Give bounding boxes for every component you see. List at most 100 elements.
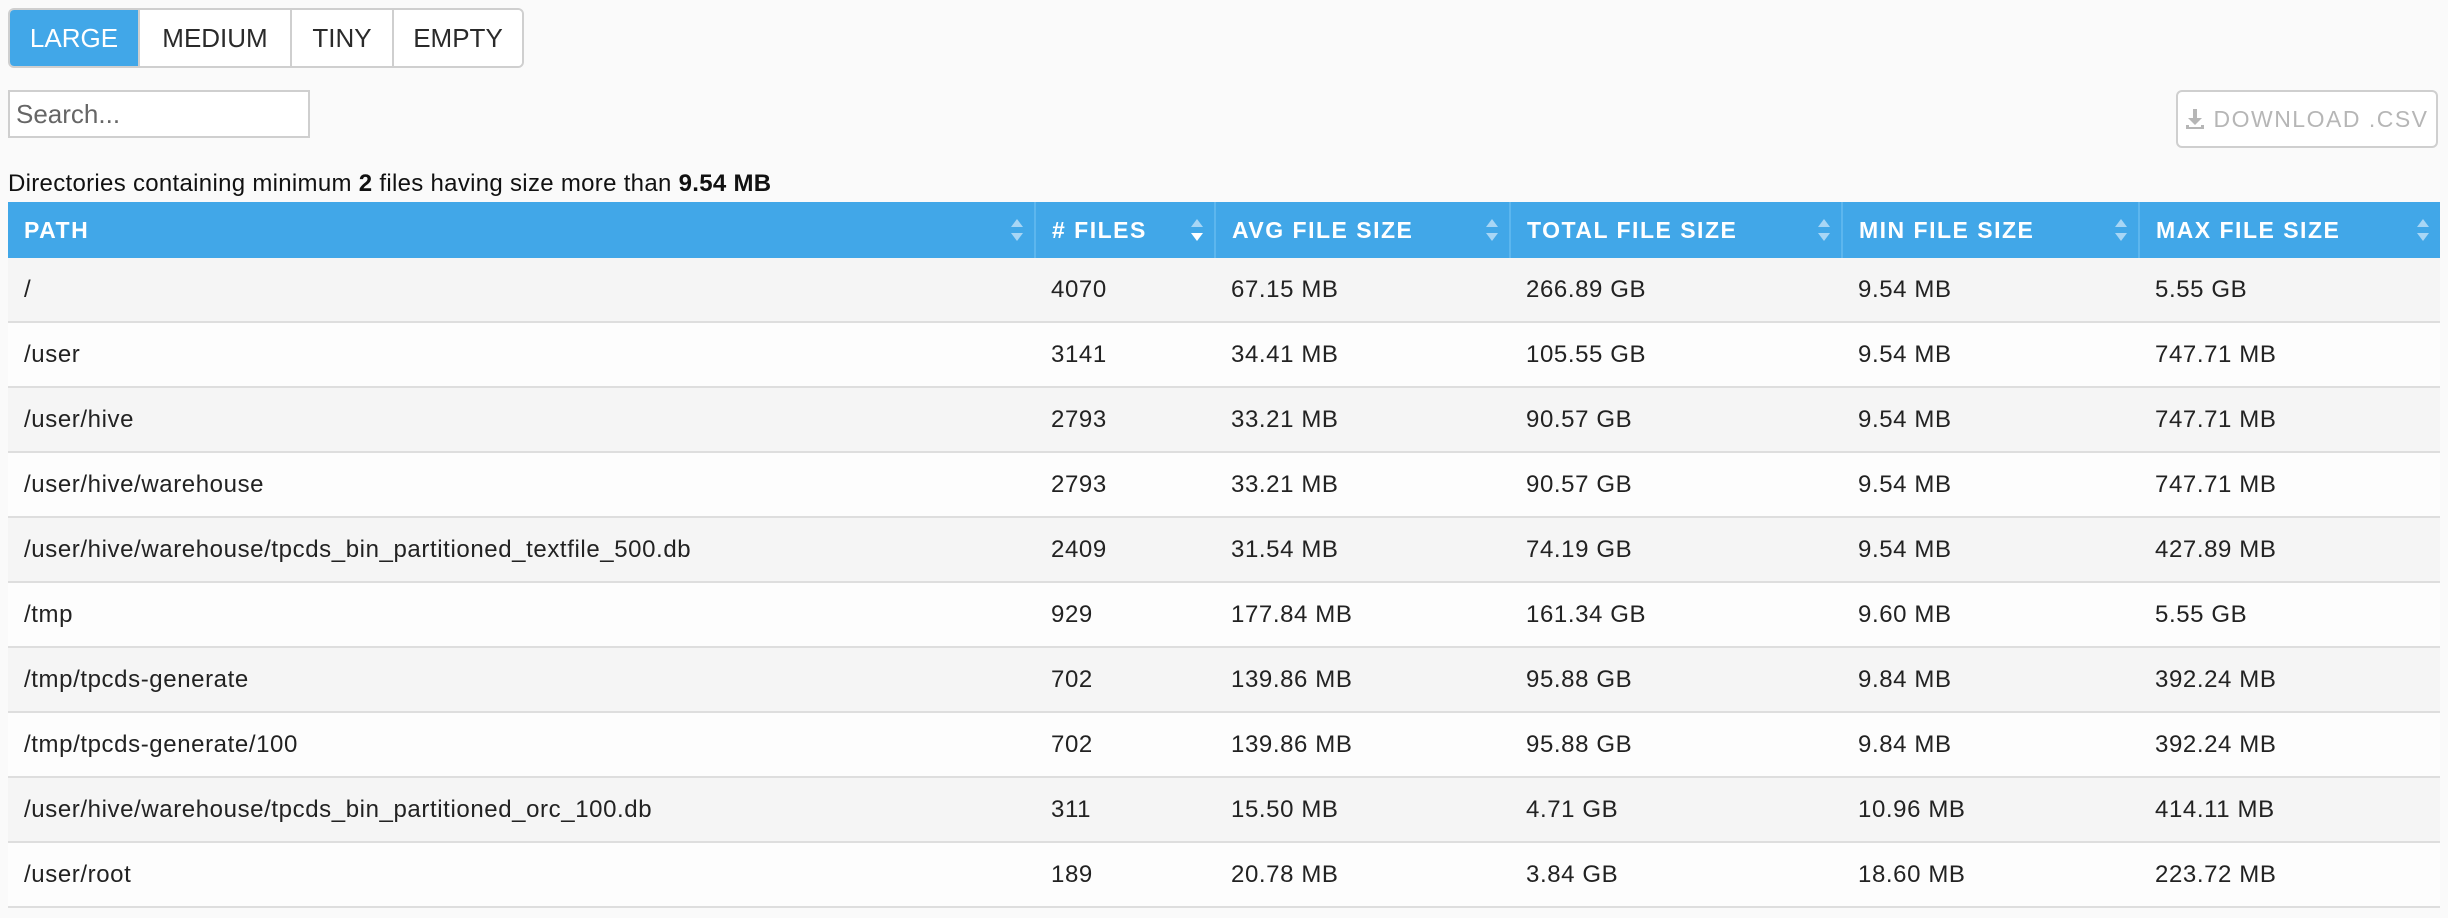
table-row[interactable]: /user/hive/warehouse/tpcds_bin_partition…: [8, 777, 2440, 843]
column-label: TOTAL FILE SIZE: [1527, 216, 1738, 243]
cell-path: /user/hive/warehouse/tpcds_bin_partition…: [8, 777, 1035, 843]
cell-files: 189: [1035, 842, 1215, 908]
column-header-avg-size[interactable]: AVG FILE SIZE: [1215, 202, 1511, 258]
tab-medium[interactable]: MEDIUM: [140, 10, 292, 66]
filter-description: Directories containing minimum 2 files h…: [8, 170, 771, 198]
cell-total-size: 3.84 GB: [1510, 842, 1842, 908]
tab-large[interactable]: LARGE: [10, 10, 140, 66]
column-label: MIN FILE SIZE: [1859, 216, 2035, 243]
cell-total-size: 4.71 GB: [1510, 777, 1842, 843]
search-input[interactable]: [8, 90, 310, 138]
description-min-files: 2: [358, 170, 373, 197]
cell-total-size: 95.88 GB: [1510, 712, 1842, 778]
cell-min-size: 10.96 MB: [1842, 777, 2139, 843]
cell-max-size: 5.55 GB: [2139, 582, 2440, 648]
table-row[interactable]: /tmp 929 177.84 MB 161.34 GB 9.60 MB 5.5…: [8, 582, 2440, 648]
cell-path: /user/hive/warehouse/tpcds_bin_partition…: [8, 517, 1035, 583]
cell-path: /user/hive: [8, 387, 1035, 453]
cell-total-size: 90.57 GB: [1510, 387, 1842, 453]
column-label: MAX FILE SIZE: [2156, 216, 2341, 243]
cell-files: 702: [1035, 647, 1215, 713]
cell-total-size: 74.19 GB: [1510, 517, 1842, 583]
cell-files: 311: [1035, 777, 1215, 843]
cell-path: /user/root: [8, 842, 1035, 908]
cell-files: 929: [1035, 582, 1215, 648]
sort-icon: [1011, 219, 1023, 241]
cell-avg-size: 177.84 MB: [1215, 582, 1510, 648]
cell-total-size: 266.89 GB: [1510, 258, 1842, 323]
cell-avg-size: 31.54 MB: [1215, 517, 1510, 583]
column-header-path[interactable]: PATH: [8, 202, 1036, 258]
directory-table: PATH # FILES AVG FILE SIZE TOTAL FILE SI…: [8, 202, 2440, 908]
cell-path: /user/hive/warehouse: [8, 452, 1035, 518]
cell-min-size: 9.54 MB: [1842, 517, 2139, 583]
cell-path: /tmp/tpcds-generate/100: [8, 712, 1035, 778]
sort-icon: [1486, 219, 1498, 241]
sort-icon: [2115, 219, 2127, 241]
cell-avg-size: 15.50 MB: [1215, 777, 1510, 843]
table-row[interactable]: /tmp/tpcds-generate/100 702 139.86 MB 95…: [8, 712, 2440, 778]
cell-max-size: 427.89 MB: [2139, 517, 2440, 583]
cell-avg-size: 20.78 MB: [1215, 842, 1510, 908]
cell-path: /user: [8, 322, 1035, 388]
column-label: PATH: [24, 216, 90, 243]
description-prefix: Directories containing minimum: [8, 170, 359, 197]
cell-total-size: 90.57 GB: [1510, 452, 1842, 518]
cell-min-size: 9.54 MB: [1842, 452, 2139, 518]
table-row[interactable]: /user/hive 2793 33.21 MB 90.57 GB 9.54 M…: [8, 387, 2440, 453]
cell-max-size: 414.11 MB: [2139, 777, 2440, 843]
cell-max-size: 747.71 MB: [2139, 452, 2440, 518]
sort-icon: [1191, 219, 1203, 241]
download-label: DOWNLOAD .CSV: [2213, 105, 2429, 132]
table-row[interactable]: /user/root 189 20.78 MB 3.84 GB 18.60 MB…: [8, 842, 2440, 908]
cell-min-size: 9.60 MB: [1842, 582, 2139, 648]
cell-min-size: 9.54 MB: [1842, 322, 2139, 388]
column-header-total-size[interactable]: TOTAL FILE SIZE: [1510, 202, 1843, 258]
column-header-min-size[interactable]: MIN FILE SIZE: [1842, 202, 2140, 258]
tab-empty[interactable]: EMPTY: [394, 10, 522, 66]
cell-total-size: 95.88 GB: [1510, 647, 1842, 713]
cell-path: /: [8, 258, 1035, 323]
size-filter-tabs: LARGE MEDIUM TINY EMPTY: [8, 8, 524, 68]
tab-tiny[interactable]: TINY: [292, 10, 394, 66]
table-row[interactable]: /tmp/tpcds-generate 702 139.86 MB 95.88 …: [8, 647, 2440, 713]
download-csv-button[interactable]: DOWNLOAD .CSV: [2176, 90, 2438, 148]
table-row[interactable]: /user 3141 34.41 MB 105.55 GB 9.54 MB 74…: [8, 322, 2440, 388]
cell-avg-size: 67.15 MB: [1215, 258, 1510, 323]
table-row[interactable]: /user/hive/warehouse/tpcds_bin_partition…: [8, 517, 2440, 583]
cell-total-size: 105.55 GB: [1510, 322, 1842, 388]
cell-avg-size: 139.86 MB: [1215, 647, 1510, 713]
download-icon: [2185, 108, 2205, 130]
cell-files: 4070: [1035, 258, 1215, 323]
column-header-files[interactable]: # FILES: [1035, 202, 1216, 258]
table-row[interactable]: /user/hive/warehouse 2793 33.21 MB 90.57…: [8, 452, 2440, 518]
cell-total-size: 161.34 GB: [1510, 582, 1842, 648]
sort-icon: [1818, 219, 1830, 241]
description-middle: files having size more than: [372, 170, 679, 197]
cell-files: 702: [1035, 712, 1215, 778]
cell-files: 2793: [1035, 387, 1215, 453]
cell-avg-size: 34.41 MB: [1215, 322, 1510, 388]
column-header-max-size[interactable]: MAX FILE SIZE: [2139, 202, 2440, 258]
column-label: AVG FILE SIZE: [1232, 216, 1414, 243]
cell-min-size: 18.60 MB: [1842, 842, 2139, 908]
cell-max-size: 747.71 MB: [2139, 387, 2440, 453]
cell-avg-size: 33.21 MB: [1215, 452, 1510, 518]
cell-files: 2793: [1035, 452, 1215, 518]
cell-files: 2409: [1035, 517, 1215, 583]
cell-path: /tmp: [8, 582, 1035, 648]
cell-max-size: 392.24 MB: [2139, 647, 2440, 713]
sort-icon: [2417, 219, 2429, 241]
table-header-row: PATH # FILES AVG FILE SIZE TOTAL FILE SI…: [8, 202, 2440, 258]
cell-max-size: 223.72 MB: [2139, 842, 2440, 908]
column-label: # FILES: [1052, 216, 1147, 243]
cell-files: 3141: [1035, 322, 1215, 388]
cell-max-size: 392.24 MB: [2139, 712, 2440, 778]
description-min-size: 9.54 MB: [678, 170, 772, 197]
cell-min-size: 9.54 MB: [1842, 387, 2139, 453]
cell-min-size: 9.54 MB: [1842, 258, 2139, 323]
cell-max-size: 747.71 MB: [2139, 322, 2440, 388]
cell-avg-size: 33.21 MB: [1215, 387, 1510, 453]
table-row[interactable]: / 4070 67.15 MB 266.89 GB 9.54 MB 5.55 G…: [8, 258, 2440, 323]
cell-min-size: 9.84 MB: [1842, 647, 2139, 713]
